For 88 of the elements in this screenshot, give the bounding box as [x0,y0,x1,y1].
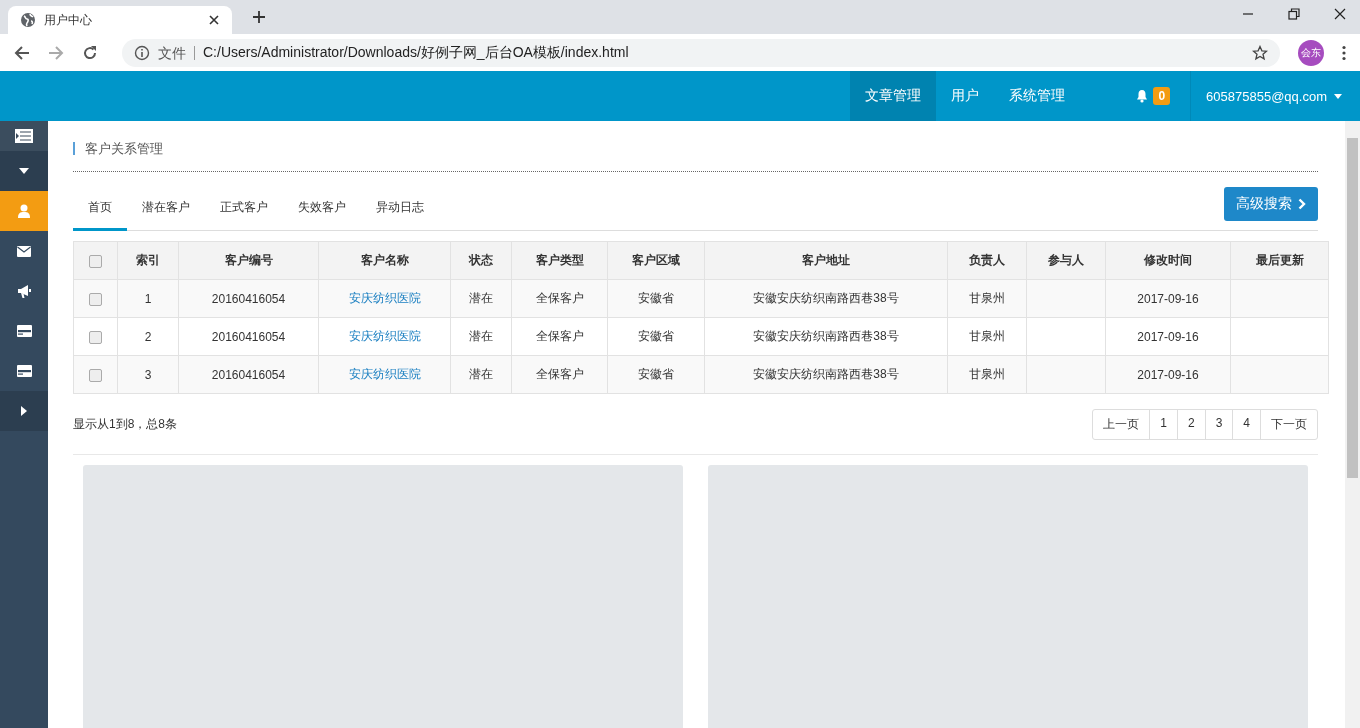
column-header: 最后更新 [1230,241,1329,280]
column-header: 客户编号 [178,241,319,280]
table-cell: 3 [117,355,179,394]
page-link[interactable]: 3 [1204,409,1233,439]
page-link[interactable]: 上一页 [1093,409,1150,439]
page-link[interactable]: 下一页 [1260,409,1317,439]
customer-link[interactable]: 安庆纺织医院 [348,367,421,381]
table-cell: 甘泉州 [947,355,1027,394]
column-header: 客户地址 [704,241,948,280]
page-link[interactable]: 4 [1232,409,1260,439]
table-cell: 潜在 [450,317,512,356]
more-icon[interactable] [1342,44,1346,61]
info-icon [134,44,150,61]
star-icon[interactable] [1252,44,1268,61]
table-cell: 安徽省 [607,317,705,356]
close-icon[interactable] [1334,8,1346,20]
sidebar-item[interactable] [0,121,48,151]
chevron-right-icon [1298,198,1306,210]
table-cell: 甘泉州 [947,317,1027,356]
tab[interactable]: 异动日志 [361,199,439,231]
address-field[interactable]: 文件 C:/Users/Administrator/Downloads/好例子网_后台OA模板/index.html [122,38,1280,67]
browser-tab[interactable]: 用户中心 [8,6,232,34]
checkbox[interactable] [89,292,102,306]
customer-link[interactable]: 安庆纺织医院 [348,291,421,305]
column-header: 索引 [117,241,179,280]
card-icon [16,365,32,377]
notification-count: 0 [1153,87,1171,105]
nav-link[interactable]: 文章管理 [850,71,937,121]
checkbox[interactable] [89,330,102,344]
column-header: 修改时间 [1105,241,1231,280]
table-cell: 安徽安庆纺织南路西巷38号 [704,279,948,318]
page-title: 客户关系管理 [73,142,163,155]
advanced-search-button[interactable]: 高级搜索 [1224,187,1318,221]
url-text: C:/Users/Administrator/Downloads/好例子网_后台OA模板/index.html [203,43,629,62]
table-cell: 全保客户 [511,279,608,318]
table-cell: 1 [117,279,179,318]
restore-icon[interactable] [1288,8,1300,20]
scrollbar-thumb[interactable] [1347,138,1358,478]
table-cell: 2 [117,317,179,356]
close-icon[interactable] [208,14,220,26]
tab[interactable]: 首页 [73,199,127,231]
caret-down-icon [19,168,29,174]
table-cell: 2017-09-16 [1105,355,1231,394]
mail-icon [17,245,31,257]
card-icon [16,325,32,337]
profile-avatar[interactable]: 会东 [1298,39,1324,66]
checkbox[interactable] [89,368,102,382]
pagination-summary: 显示从1到8，总8条 [73,415,178,433]
menu-icon [15,129,33,143]
tab[interactable]: 潜在客户 [127,199,205,231]
table-cell: 安徽安庆纺织南路西巷38号 [704,317,948,356]
tab[interactable]: 失效客户 [283,199,361,231]
column-header: 负责人 [947,241,1027,280]
bell-icon[interactable] [1135,89,1150,103]
table-cell: 2017-09-16 [1105,279,1231,318]
new-tab-icon[interactable] [252,10,266,24]
table-cell: 20160416054 [178,317,319,356]
table-cell: 甘泉州 [947,279,1027,318]
caret-down-icon [1334,93,1342,99]
column-header: 客户区域 [607,241,705,280]
checkbox[interactable] [89,254,102,268]
user-icon [18,204,30,218]
table-cell: 全保客户 [511,355,608,394]
table-cell: 2017-09-16 [1105,317,1231,356]
table-cell: 安徽省 [607,355,705,394]
table-cell: 20160416054 [178,355,319,394]
security-label: 文件 [158,45,195,60]
tab[interactable]: 正式客户 [205,199,283,231]
table-cell: 潜在 [450,355,512,394]
page-link[interactable]: 1 [1149,409,1177,439]
tab-title: 用户中心 [44,11,93,29]
column-header: 参与人 [1026,241,1106,280]
column-header: 客户类型 [511,241,608,280]
megaphone-icon [17,284,31,298]
table-cell: 安徽安庆纺织南路西巷38号 [704,355,948,394]
globe-icon [20,12,36,28]
customer-link[interactable]: 安庆纺织医院 [348,329,421,343]
table-cell: 20160416054 [178,279,319,318]
scrollbar[interactable] [1345,121,1360,728]
reload-icon[interactable] [82,44,98,61]
column-header: 状态 [450,241,512,280]
column-header: 客户名称 [318,241,451,280]
back-icon[interactable] [14,44,30,61]
table-cell: 全保客户 [511,317,608,356]
caret-right-icon [21,406,27,416]
table-cell: 安徽省 [607,279,705,318]
page-link[interactable]: 2 [1176,409,1205,439]
table-cell: 潜在 [450,279,512,318]
